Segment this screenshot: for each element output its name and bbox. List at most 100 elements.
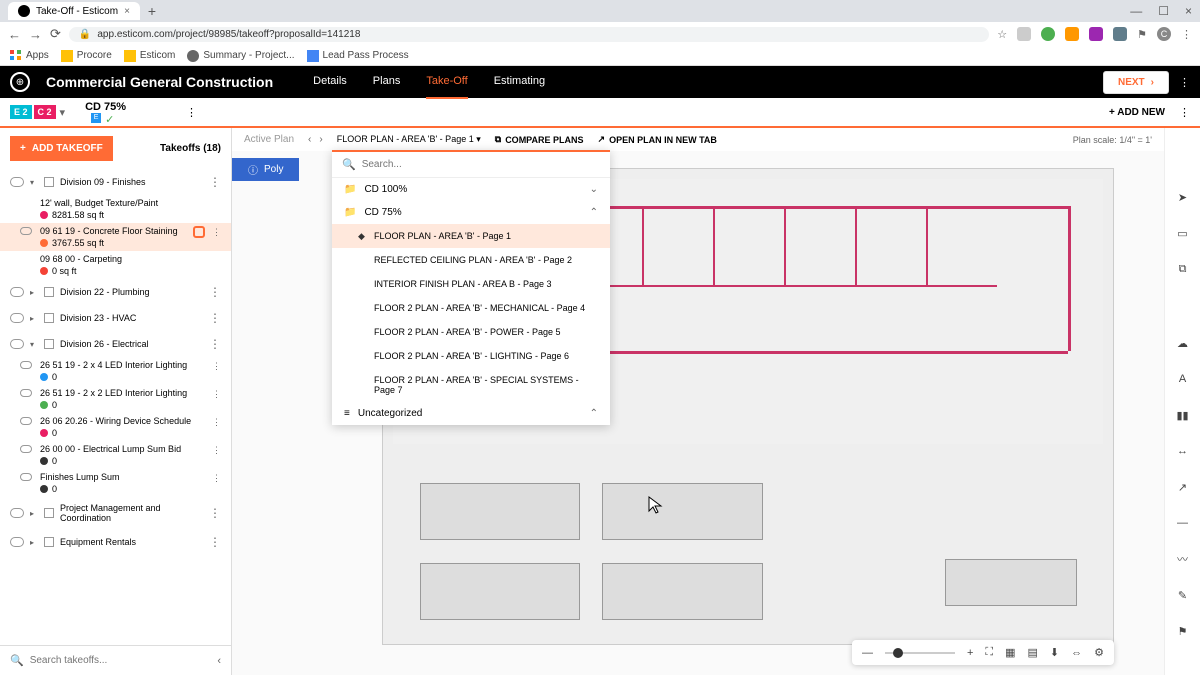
download-icon[interactable]: ⬇ xyxy=(1050,646,1059,659)
close-tab-icon[interactable]: × xyxy=(124,6,130,17)
item-menu-icon[interactable]: ⋮ xyxy=(212,227,221,238)
add-takeoff-button[interactable]: +ADD TAKEOFF xyxy=(10,136,113,161)
minimize-icon[interactable]: — xyxy=(1130,4,1142,18)
item-menu-icon[interactable]: ⋮ xyxy=(212,473,221,484)
plan-item-7[interactable]: FLOOR 2 PLAN - AREA 'B' - SPECIAL SYSTEM… xyxy=(332,368,610,402)
reload-button[interactable]: ⟳ xyxy=(50,26,61,42)
curve-tool[interactable]: 〰 xyxy=(1174,550,1192,568)
expand-icon[interactable]: ▸ xyxy=(30,509,38,518)
add-new-button[interactable]: + ADD NEW xyxy=(1109,107,1165,118)
extensions-icon[interactable]: ⚑ xyxy=(1137,28,1147,41)
takeoff-item-stain[interactable]: ⋮ 09 61 19 - Concrete Floor Staining 376… xyxy=(0,223,231,251)
app-logo[interactable]: ⊕ xyxy=(10,72,30,92)
division-pm[interactable]: ▸ Project Management and Coordination ⋮ xyxy=(0,497,231,529)
division-eq[interactable]: ▸ Equipment Rentals ⋮ xyxy=(0,529,231,555)
expand-icon[interactable]: ▸ xyxy=(30,288,38,297)
new-tab-button[interactable]: + xyxy=(148,3,156,19)
bookmark-procore[interactable]: Procore xyxy=(61,50,112,62)
browser-tab[interactable]: Take-Off - Esticom × xyxy=(8,2,140,20)
division-09[interactable]: ▾ Division 09 - Finishes ⋮ xyxy=(0,169,231,195)
checkbox[interactable] xyxy=(44,339,54,349)
visibility-toggle[interactable] xyxy=(20,361,32,369)
cloud-tool[interactable]: ☁ xyxy=(1174,334,1192,352)
bookmark-leadpass[interactable]: Lead Pass Process xyxy=(307,50,409,62)
tab-plans[interactable]: Plans xyxy=(373,65,401,99)
collapse-sidebar-icon[interactable]: ‹ xyxy=(217,655,221,667)
layers-icon[interactable]: ▤ xyxy=(1028,646,1038,659)
checkbox[interactable] xyxy=(44,537,54,547)
expand-icon[interactable]: ▸ xyxy=(30,538,38,547)
plan-selector[interactable]: FLOOR PLAN - AREA 'B' - Page 1 ▾ xyxy=(337,134,481,145)
apps-bookmark[interactable]: Apps xyxy=(10,50,49,62)
folder-uncategorized[interactable]: ≡ Uncategorized ⌃ xyxy=(332,402,610,425)
division-menu-icon[interactable]: ⋮ xyxy=(209,285,221,299)
settings-icon[interactable]: ⚙ xyxy=(1094,646,1104,659)
takeoff-item-led4[interactable]: ⋮ 26 51 19 - 2 x 4 LED Interior Lighting… xyxy=(0,357,231,385)
search-takeoffs-input[interactable] xyxy=(30,655,212,666)
plan-item-1[interactable]: FLOOR PLAN - AREA 'B' - Page 1 xyxy=(332,224,610,248)
bookmark-summary[interactable]: Summary - Project... xyxy=(187,50,294,62)
takeoff-item-wiring[interactable]: ⋮ 26 06 20.26 - Wiring Device Schedule 0 xyxy=(0,413,231,441)
takeoff-item-finlump[interactable]: ⋮ Finishes Lump Sum 0 xyxy=(0,469,231,497)
measure-tool[interactable]: ↔ xyxy=(1174,442,1192,460)
division-menu-icon[interactable]: ⋮ xyxy=(209,175,221,189)
division-menu-icon[interactable]: ⋮ xyxy=(209,337,221,351)
bookmark-esticom[interactable]: Esticom xyxy=(124,50,176,62)
close-window-icon[interactable]: × xyxy=(1185,4,1192,18)
stamp-tool[interactable]: ▮▮ xyxy=(1174,406,1192,424)
maximize-icon[interactable]: ☐ xyxy=(1158,4,1169,18)
plan-item-3[interactable]: INTERIOR FINISH PLAN - AREA B - Page 3 xyxy=(332,272,610,296)
division-menu-icon[interactable]: ⋮ xyxy=(209,506,221,520)
zoom-out-button[interactable]: — xyxy=(862,647,873,659)
extension-icon[interactable] xyxy=(1017,27,1031,41)
extension-icon[interactable] xyxy=(1089,27,1103,41)
extension-icon[interactable] xyxy=(1113,27,1127,41)
checkbox[interactable] xyxy=(44,508,54,518)
visibility-toggle[interactable] xyxy=(10,339,24,349)
extension-icon[interactable] xyxy=(1065,27,1079,41)
back-button[interactable]: ← xyxy=(8,27,21,42)
plan-search-input[interactable] xyxy=(362,159,600,170)
plan-item-4[interactable]: FLOOR 2 PLAN - AREA 'B' - MECHANICAL - P… xyxy=(332,296,610,320)
pen-tool[interactable]: ✎ xyxy=(1174,586,1192,604)
header-menu-icon[interactable]: ⋮ xyxy=(1179,76,1190,89)
arrow-tool[interactable]: ↗ xyxy=(1174,478,1192,496)
item-menu-icon[interactable]: ⋮ xyxy=(212,361,221,372)
checkbox[interactable] xyxy=(44,313,54,323)
visibility-toggle[interactable] xyxy=(10,537,24,547)
plan-item-6[interactable]: FLOOR 2 PLAN - AREA 'B' - LIGHTING - Pag… xyxy=(332,344,610,368)
zoom-slider[interactable] xyxy=(885,652,955,654)
visibility-toggle[interactable] xyxy=(20,389,32,397)
badge-dropdown-icon[interactable]: ▾ xyxy=(60,106,66,119)
subheader-menu-icon[interactable]: ⋮ xyxy=(1179,106,1190,119)
collapse-icon[interactable]: ▾ xyxy=(30,340,38,349)
zoom-handle[interactable] xyxy=(893,648,903,658)
grid-icon[interactable]: ▦ xyxy=(1005,646,1015,659)
tab-takeoff[interactable]: Take-Off xyxy=(426,65,467,99)
division-menu-icon[interactable]: ⋮ xyxy=(209,311,221,325)
flag-tool[interactable]: ⚑ xyxy=(1174,622,1192,640)
takeoff-item-wall[interactable]: 12' wall, Budget Texture/Paint 8281.58 s… xyxy=(0,195,231,223)
item-menu-icon[interactable]: ⋮ xyxy=(212,389,221,400)
folder-cd75[interactable]: 📁 CD 75% ⌃ xyxy=(332,201,610,224)
division-23[interactable]: ▸ Division 23 - HVAC ⋮ xyxy=(0,305,231,331)
visibility-toggle[interactable] xyxy=(10,177,24,187)
address-bar[interactable]: 🔒 app.esticom.com/project/98985/takeoff?… xyxy=(69,27,989,42)
takeoff-item-led2[interactable]: ⋮ 26 51 19 - 2 x 2 LED Interior Lighting… xyxy=(0,385,231,413)
tab-details[interactable]: Details xyxy=(313,65,347,99)
expand-icon[interactable]: ▸ xyxy=(30,314,38,323)
profile-icon[interactable]: C xyxy=(1157,27,1171,41)
prev-plan-icon[interactable]: ‹ xyxy=(308,134,311,145)
extension-icon[interactable] xyxy=(1041,27,1055,41)
forward-button[interactable]: → xyxy=(29,27,42,42)
folder-cd100[interactable]: 📁 CD 100% ⌄ xyxy=(332,178,610,201)
pointer-tool[interactable]: ➤ xyxy=(1174,188,1192,206)
checkbox[interactable] xyxy=(44,287,54,297)
fit-screen-icon[interactable]: ⛶ xyxy=(985,646,993,659)
zoom-in-button[interactable]: + xyxy=(967,647,973,659)
visibility-toggle[interactable] xyxy=(20,417,32,425)
visibility-toggle[interactable] xyxy=(10,508,24,518)
item-menu-icon[interactable]: ⋮ xyxy=(212,445,221,456)
browser-menu-icon[interactable]: ⋮ xyxy=(1181,28,1192,41)
visibility-toggle[interactable] xyxy=(20,445,32,453)
